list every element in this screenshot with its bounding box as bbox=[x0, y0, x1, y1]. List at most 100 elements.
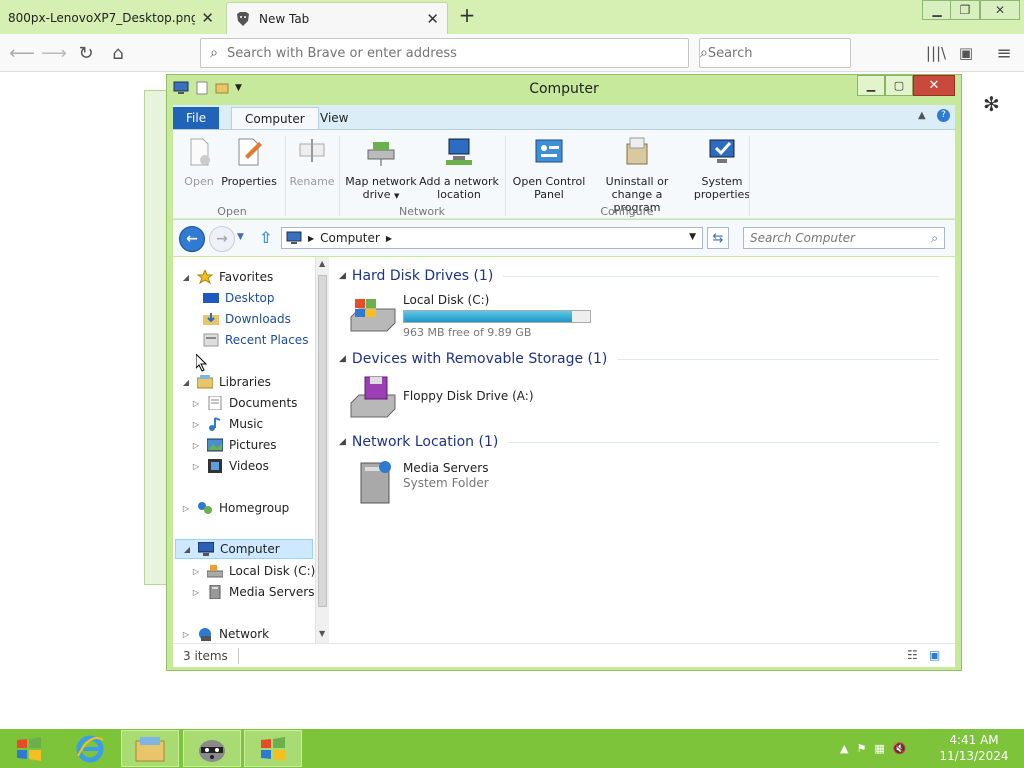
expand-arrow-icon[interactable]: ▷ bbox=[191, 588, 201, 597]
collapse-arrow-icon[interactable]: ◢ bbox=[181, 273, 191, 282]
close-tab-icon[interactable]: ✕ bbox=[201, 9, 214, 27]
map-network-label: Map network bbox=[345, 175, 417, 188]
expand-arrow-icon[interactable]: ▷ bbox=[191, 420, 201, 429]
nav-local-disk[interactable]: ▷ Local Disk (C:) bbox=[191, 561, 315, 581]
item-floppy-drive[interactable]: Floppy Disk Drive (A:) bbox=[349, 373, 534, 421]
browser-tab-new-tab[interactable]: New Tab ✕ bbox=[226, 2, 448, 34]
browser-tab-image[interactable]: 800px-LenovoXP7_Desktop.png (W ✕ bbox=[0, 2, 222, 34]
expand-arrow-icon[interactable]: ▷ bbox=[181, 504, 191, 513]
refresh-icon[interactable]: ⇆ bbox=[707, 227, 729, 249]
group-header-network[interactable]: ◢ Network Location (1) bbox=[339, 431, 939, 453]
map-network-drive-button[interactable]: Map network drive ▼ bbox=[345, 136, 417, 203]
scrollbar-thumb[interactable] bbox=[318, 275, 327, 607]
open-button[interactable]: Open bbox=[179, 136, 219, 188]
start-button[interactable] bbox=[0, 730, 58, 767]
browser-minimize-button[interactable]: ▁ bbox=[922, 0, 952, 20]
expand-arrow-icon[interactable]: ▷ bbox=[181, 630, 191, 639]
back-arrow-icon[interactable]: ⟵ bbox=[8, 39, 36, 67]
tab-file[interactable]: File bbox=[173, 107, 220, 129]
open-control-panel-button[interactable]: Open Control Panel bbox=[509, 136, 589, 201]
group-collapse-icon[interactable]: ◢ bbox=[339, 437, 346, 447]
gear-icon[interactable]: ✻ bbox=[983, 92, 1000, 116]
breadcrumb-chevron-icon[interactable]: ▶ bbox=[386, 234, 392, 243]
browser-close-button[interactable]: ✕ bbox=[980, 0, 1020, 20]
address-bar[interactable]: ▶ Computer ▶ ▼ bbox=[281, 227, 703, 249]
address-history-icon[interactable]: ▼ bbox=[689, 232, 696, 242]
breadcrumb-computer[interactable]: Computer bbox=[320, 231, 380, 245]
nav-documents[interactable]: ▷ Documents bbox=[191, 393, 297, 413]
nav-scrollbar[interactable]: ▲ ▼ bbox=[315, 257, 329, 643]
search-computer-box[interactable]: Search Computer ⌕ bbox=[743, 227, 945, 249]
group-collapse-icon[interactable]: ◢ bbox=[339, 354, 346, 364]
menu-icon[interactable]: ≡ bbox=[990, 39, 1018, 67]
sidebar-icon[interactable]: ▣ bbox=[952, 39, 980, 67]
nav-videos[interactable]: ▷ Videos bbox=[191, 456, 269, 476]
search-icon[interactable]: ⌕ bbox=[931, 231, 938, 246]
action-center-flag-icon[interactable]: ⚑ bbox=[856, 742, 866, 755]
taskbar-internet-explorer[interactable] bbox=[61, 730, 119, 767]
nav-downloads[interactable]: Downloads bbox=[203, 309, 291, 329]
tab-computer[interactable]: Computer bbox=[231, 107, 319, 129]
back-button[interactable]: ← bbox=[179, 226, 205, 252]
nav-music[interactable]: ▷ Music bbox=[191, 414, 263, 434]
nav-media-servers[interactable]: ▷ Media Servers bbox=[191, 582, 314, 602]
tab-view[interactable]: View bbox=[307, 107, 361, 129]
close-tab-icon[interactable]: ✕ bbox=[426, 10, 439, 28]
nav-desktop[interactable]: Desktop bbox=[203, 288, 275, 308]
breadcrumb-chevron-icon[interactable]: ▶ bbox=[308, 234, 314, 243]
clock[interactable]: 4:41 AM 11/13/2024 bbox=[934, 732, 1014, 764]
uninstall-program-button[interactable]: Uninstall or change a program bbox=[589, 136, 685, 214]
taskbar-windows-app[interactable] bbox=[244, 730, 302, 767]
large-icons-view-icon[interactable]: ▣ bbox=[929, 648, 940, 662]
search-input[interactable] bbox=[707, 45, 878, 61]
nav-network[interactable]: ▷ Network bbox=[181, 624, 269, 644]
nav-recent-places[interactable]: Recent Places bbox=[203, 330, 308, 350]
item-local-disk[interactable]: Local Disk (C:) 963 MB free of 9.89 GB bbox=[349, 289, 591, 340]
add-network-location-button[interactable]: Add a network location bbox=[419, 136, 499, 201]
show-hidden-icons-icon[interactable]: ▲ bbox=[840, 742, 848, 755]
group-header-hdd[interactable]: ◢ Hard Disk Drives (1) bbox=[339, 265, 939, 287]
url-input[interactable] bbox=[227, 45, 688, 61]
properties-button[interactable]: Properties bbox=[221, 136, 277, 188]
forward-arrow-icon[interactable]: ⟶ bbox=[40, 39, 68, 67]
maximize-button[interactable]: ▢ bbox=[885, 75, 913, 96]
browser-restore-button[interactable]: ❐ bbox=[950, 0, 980, 20]
group-collapse-icon[interactable]: ◢ bbox=[339, 271, 346, 281]
nav-pictures[interactable]: ▷ Pictures bbox=[191, 435, 277, 455]
url-bar[interactable]: ⌕ bbox=[200, 38, 689, 68]
recent-locations-icon[interactable]: ▼ bbox=[237, 232, 244, 242]
search-box[interactable]: ⌕ bbox=[699, 38, 878, 68]
group-header-removable[interactable]: ◢ Devices with Removable Storage (1) bbox=[339, 348, 939, 370]
new-tab-plus-icon[interactable]: + bbox=[456, 4, 478, 28]
system-properties-button[interactable]: System properties bbox=[689, 136, 755, 201]
rename-button[interactable]: Rename bbox=[289, 136, 335, 188]
taskbar-file-explorer[interactable] bbox=[121, 730, 179, 767]
up-arrow-icon[interactable]: ⇧ bbox=[259, 228, 272, 247]
volume-muted-icon[interactable]: 🔇 bbox=[893, 742, 907, 755]
item-media-servers[interactable]: Media Servers System Folder bbox=[349, 457, 489, 505]
nav-libraries[interactable]: ◢ Libraries bbox=[181, 372, 271, 392]
details-view-icon[interactable]: ☷ bbox=[907, 648, 918, 662]
expand-arrow-icon[interactable]: ▷ bbox=[191, 462, 201, 471]
reload-icon[interactable]: ↻ bbox=[72, 39, 100, 67]
scroll-up-icon[interactable]: ▲ bbox=[319, 259, 325, 268]
collapse-arrow-icon[interactable]: ◢ bbox=[181, 378, 191, 387]
forward-button[interactable]: → bbox=[209, 226, 235, 252]
home-icon[interactable]: ⌂ bbox=[104, 39, 132, 67]
expand-arrow-icon[interactable]: ▷ bbox=[191, 441, 201, 450]
nav-label: Videos bbox=[229, 459, 269, 473]
nav-homegroup[interactable]: ▷ Homegroup bbox=[181, 498, 289, 518]
scroll-down-icon[interactable]: ▼ bbox=[319, 629, 325, 638]
expand-arrow-icon[interactable]: ▷ bbox=[191, 567, 201, 576]
nav-computer[interactable]: ◢ Computer bbox=[175, 539, 313, 559]
minimize-button[interactable]: ▁ bbox=[857, 75, 885, 96]
expand-arrow-icon[interactable]: ▷ bbox=[191, 399, 201, 408]
network-status-icon[interactable]: ▦ bbox=[874, 742, 884, 755]
library-icon[interactable]: |||\ bbox=[922, 39, 950, 67]
close-button[interactable]: ✕ bbox=[913, 75, 955, 96]
help-icon[interactable]: ? bbox=[937, 109, 950, 122]
collapse-ribbon-icon[interactable]: ▲ bbox=[918, 110, 926, 121]
taskbar-raccoon-app[interactable] bbox=[183, 730, 241, 767]
collapse-arrow-icon[interactable]: ◢ bbox=[182, 545, 192, 554]
nav-favorites[interactable]: ◢ Favorites bbox=[181, 267, 273, 287]
